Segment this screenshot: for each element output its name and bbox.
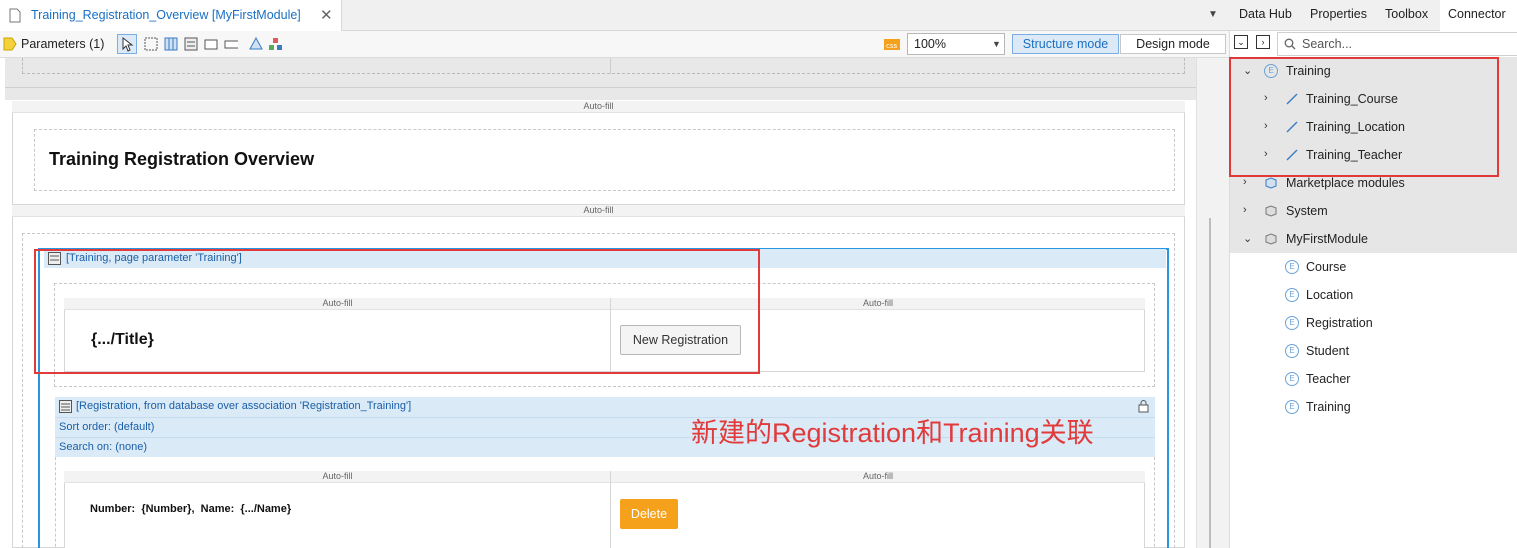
tree-item-label: Location <box>1306 288 1354 302</box>
autofill-label: Auto-fill <box>64 471 611 483</box>
tree-item-label: System <box>1286 204 1328 218</box>
annotation-text: 新建的Registration和Training关联 <box>691 418 1094 448</box>
editor-toolbar: Parameters (1) css 100% ▼ Structure mode… <box>0 31 1229 58</box>
building-blocks-icon[interactable] <box>268 37 282 51</box>
tree-item-label: Training <box>1306 400 1351 414</box>
entity-icon: E <box>1285 372 1299 386</box>
listview-icon <box>59 400 72 413</box>
module-icon <box>1265 233 1277 245</box>
previous-section <box>5 58 1196 88</box>
parameter-icon <box>3 37 17 51</box>
divider <box>610 58 611 74</box>
search-on-text: Search on: (none) <box>59 441 148 453</box>
textbox-icon[interactable] <box>204 37 218 51</box>
tree-item-entity-teacher[interactable]: E Teacher <box>1230 365 1517 393</box>
listview-header-text: [Registration, from database over associ… <box>76 400 412 412</box>
chevron-right-icon[interactable]: › <box>1243 204 1247 216</box>
tree-item-entity-student[interactable]: E Student <box>1230 337 1517 365</box>
entity-icon: E <box>1285 400 1299 414</box>
tree-item-label: MyFirstModule <box>1286 232 1368 246</box>
css-icon[interactable]: css <box>884 39 900 50</box>
autofill-label: Auto-fill <box>12 101 1185 113</box>
tree-item-label: Student <box>1306 344 1350 358</box>
search-icon <box>1284 38 1296 50</box>
module-icon <box>1265 205 1277 217</box>
page-canvas: Auto-fill Training Registration Overview… <box>0 58 1213 548</box>
marketplace-module-icon <box>1265 177 1277 189</box>
tree-item-system[interactable]: › System <box>1230 197 1517 225</box>
dataview-icon[interactable] <box>184 37 198 51</box>
chevron-right-icon[interactable]: › <box>1243 176 1247 188</box>
collapse-all-icon[interactable]: ⌄ <box>1234 35 1248 49</box>
autofill-label: Auto-fill <box>611 471 1145 483</box>
previous-section-inner <box>22 58 1185 74</box>
shape-icon[interactable] <box>249 37 263 51</box>
tree-item-label: Teacher <box>1306 372 1351 386</box>
container-icon[interactable] <box>144 37 158 51</box>
expand-icon[interactable]: › <box>1256 35 1270 49</box>
sort-order-text: Sort order: (default) <box>59 421 155 433</box>
lock-icon <box>1138 400 1149 413</box>
tab-dropdown-icon[interactable]: ▼ <box>1208 9 1218 20</box>
parameters-button[interactable]: Parameters (1) <box>21 37 104 51</box>
document-tab[interactable]: Training_Registration_Overview [MyFirstM… <box>0 0 342 31</box>
canvas-scroll-gutter <box>1196 58 1229 548</box>
cursor-icon <box>122 36 134 52</box>
zoom-value: 100% <box>914 37 946 51</box>
page-title[interactable]: Training Registration Overview <box>49 149 314 170</box>
layout-grid-icon[interactable] <box>164 37 178 51</box>
scrollbar[interactable] <box>1209 218 1211 548</box>
tree-item-label: Marketplace modules <box>1286 176 1405 190</box>
tree-item-entity-location[interactable]: E Location <box>1230 281 1517 309</box>
tree-item-myfirstmodule[interactable]: ⌄ MyFirstModule <box>1230 225 1517 253</box>
canvas-gap <box>5 88 1196 100</box>
tab-bar: Training_Registration_Overview [MyFirstM… <box>0 0 1517 31</box>
document-tab-title: Training_Registration_Overview [MyFirstM… <box>31 8 301 22</box>
chevron-down-icon[interactable]: ⌄ <box>1243 232 1252 245</box>
page-icon <box>9 8 21 23</box>
delete-button[interactable]: Delete <box>620 499 678 529</box>
connector-panel: ⌄ › Search... ⌄ E Training › Training_Co… <box>1229 31 1517 548</box>
tab-toolbox[interactable]: Toolbox <box>1385 7 1428 21</box>
entity-icon: E <box>1285 288 1299 302</box>
tab-connector-active[interactable]: Connector <box>1440 0 1517 31</box>
autofill-label: Auto-fill <box>12 205 1185 217</box>
annotation-highlight-box <box>34 249 760 374</box>
tree-item-entity-registration[interactable]: E Registration <box>1230 309 1517 337</box>
design-mode-button[interactable]: Design mode <box>1120 34 1226 54</box>
tab-properties[interactable]: Properties <box>1310 7 1367 21</box>
close-icon[interactable]: ✕ <box>320 6 333 24</box>
structure-mode-button[interactable]: Structure mode <box>1012 34 1119 54</box>
zoom-select[interactable]: 100% ▼ <box>907 33 1005 55</box>
tab-connector-label: Connector <box>1448 7 1506 21</box>
registration-row-text[interactable]: Number: {Number}, Name: {.../Name} <box>90 503 291 515</box>
annotation-highlight-box <box>1229 57 1499 177</box>
tab-data-hub[interactable]: Data Hub <box>1239 7 1292 21</box>
tree-item-label: Course <box>1306 260 1347 274</box>
button-widget-icon[interactable] <box>224 37 238 51</box>
column-divider <box>610 471 611 548</box>
tree-item-entity-course[interactable]: E Course <box>1230 253 1517 281</box>
search-placeholder: Search... <box>1302 37 1353 51</box>
entity-icon: E <box>1285 316 1299 330</box>
tree-item-entity-training[interactable]: E Training <box>1230 393 1517 421</box>
tree-item-label: Registration <box>1306 316 1373 330</box>
entity-icon: E <box>1285 260 1299 274</box>
select-tool-button[interactable] <box>117 34 137 54</box>
chevron-down-icon: ▼ <box>992 39 1001 49</box>
entity-icon: E <box>1285 344 1299 358</box>
svg-text:css: css <box>886 42 897 50</box>
search-input[interactable]: Search... <box>1277 32 1517 56</box>
